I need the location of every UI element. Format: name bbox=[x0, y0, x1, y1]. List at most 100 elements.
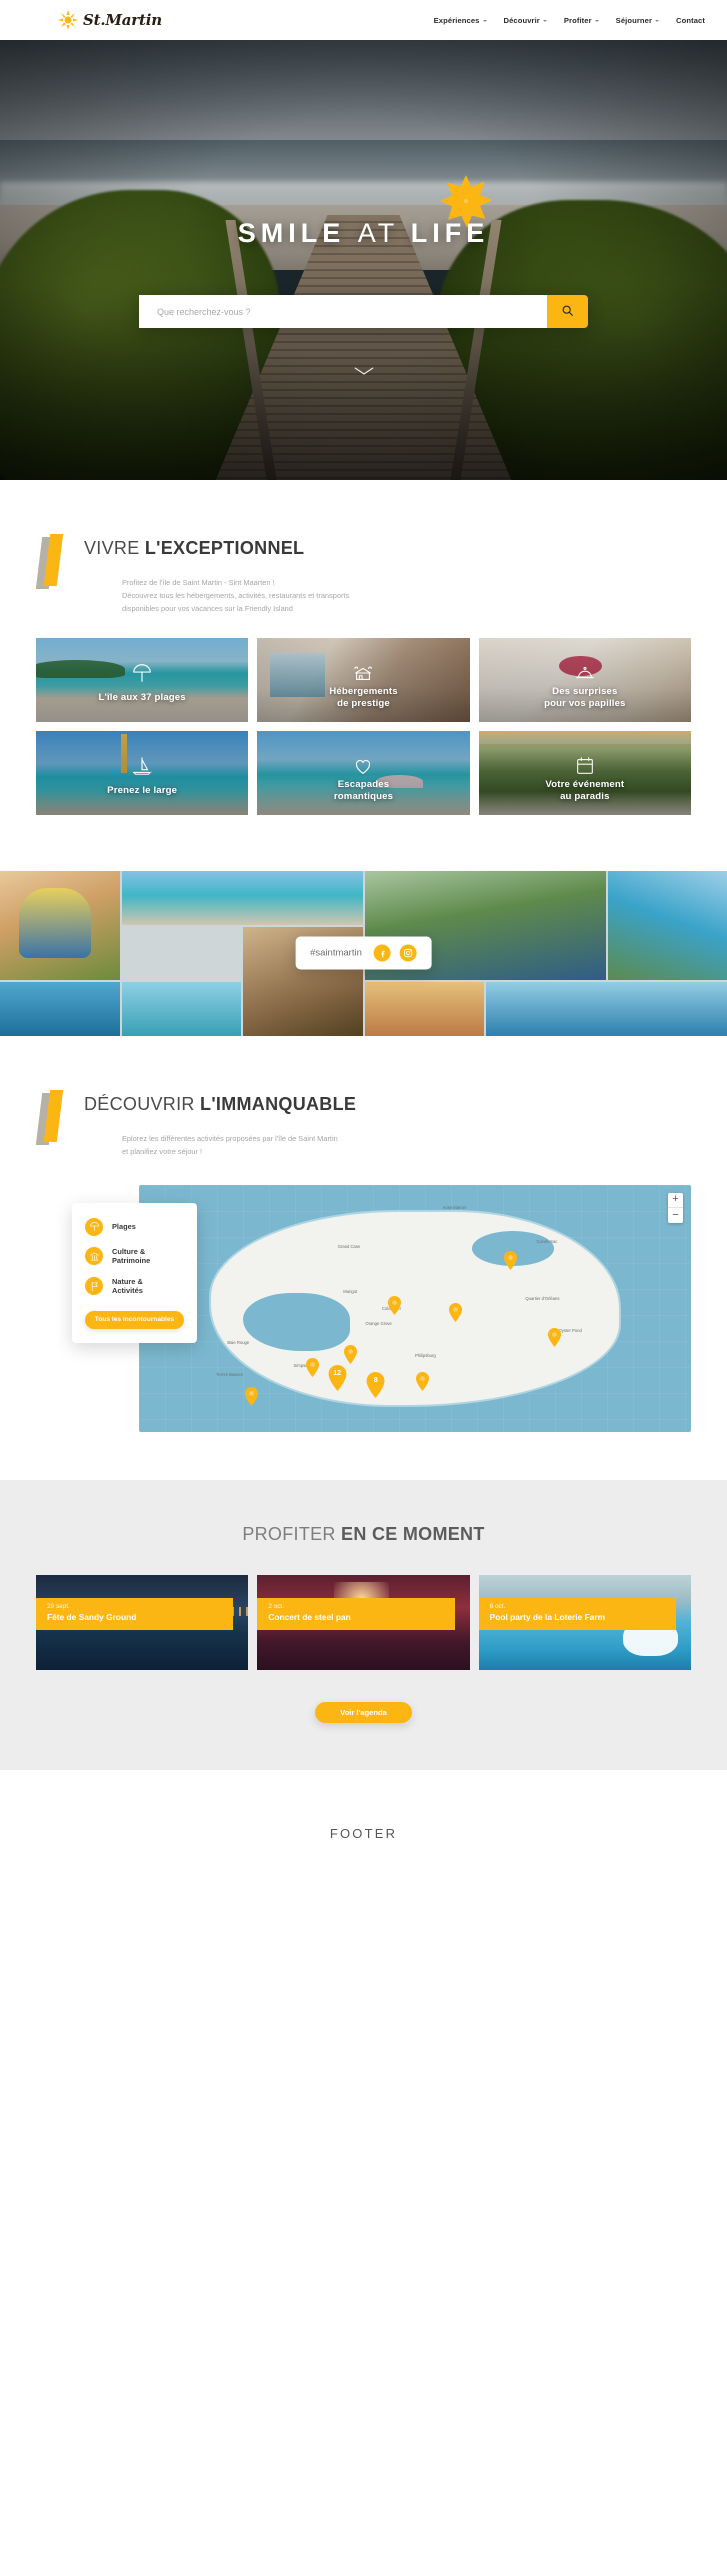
chevron-down-icon bbox=[655, 19, 660, 22]
social-mosaic-section: #saintmartin bbox=[0, 870, 727, 1036]
event-band: 29 sept. Fête de Sandy Ground bbox=[36, 1597, 234, 1631]
view-agenda-button[interactable]: Voir l'agenda bbox=[315, 1701, 412, 1723]
nav-label: Séjourner bbox=[615, 15, 653, 25]
agenda-title: PROFITER EN CE MOMENT bbox=[36, 1524, 691, 1545]
social-photo-tile[interactable] bbox=[486, 982, 727, 1036]
event-date: 6 oct. bbox=[489, 1602, 506, 1610]
search-input[interactable] bbox=[139, 295, 547, 328]
map-pin[interactable] bbox=[244, 1387, 259, 1407]
experience-card-dining[interactable]: Des surprises pour vos papilles bbox=[478, 637, 691, 722]
experience-card-sailing[interactable]: Prenez le large bbox=[36, 730, 249, 815]
calendar-icon bbox=[574, 755, 596, 777]
beach-umbrella-icon bbox=[85, 1217, 103, 1236]
map-zoom-controls: + − bbox=[668, 1192, 683, 1223]
event-name: Pool party de la Loterie Farm bbox=[489, 1611, 606, 1622]
title-light: VIVRE bbox=[84, 538, 140, 558]
event-date: 29 sept. bbox=[47, 1602, 70, 1610]
main-navigation: Expériences Découvrir Profiter Séjourner… bbox=[434, 16, 705, 25]
map-pin[interactable] bbox=[305, 1357, 320, 1377]
brand-logo[interactable]: St.Martin bbox=[58, 10, 162, 30]
map-place-label: Terres Basses bbox=[216, 1372, 243, 1378]
social-photo-tile[interactable] bbox=[364, 982, 484, 1036]
map-canvas[interactable]: Anse Marcel Cul-de-Sac Grand Case Marigo… bbox=[139, 1184, 691, 1432]
legend-label: Nature & Activités bbox=[112, 1276, 143, 1296]
map-pin[interactable] bbox=[343, 1345, 358, 1365]
event-date: 2 oct. bbox=[268, 1602, 284, 1610]
map-pin-cluster[interactable]: 12 bbox=[327, 1365, 348, 1392]
monument-icon bbox=[85, 1247, 103, 1266]
legend-item-culture[interactable]: Culture & Patrimoine bbox=[85, 1247, 184, 1266]
subtitle-line-3: disponibles pour vos vacances sur la Fri… bbox=[122, 603, 293, 613]
experience-card-label: Des surprises pour vos papilles bbox=[544, 686, 626, 709]
experience-card-beaches[interactable]: L'île aux 37 plages bbox=[36, 637, 249, 722]
section-mark-icon bbox=[35, 534, 84, 592]
experience-card-grid: L'île aux 37 plages Hébergements de pres… bbox=[36, 637, 691, 815]
nav-item-profiter[interactable]: Profiter bbox=[564, 16, 599, 25]
title-bold: L'IMMANQUABLE bbox=[200, 1093, 357, 1114]
social-photo-tile[interactable] bbox=[121, 870, 363, 925]
event-card[interactable]: 29 sept. Fête de Sandy Ground bbox=[36, 1574, 249, 1670]
map-pin[interactable] bbox=[448, 1303, 463, 1323]
social-photo-tile[interactable] bbox=[0, 982, 120, 1036]
social-hashtag-pill: #saintmartin bbox=[295, 936, 432, 970]
map-legend-panel: Plages Culture & Patrimoine Nature & Act… bbox=[72, 1202, 197, 1343]
experiences-title: VIVRE L'EXCEPTIONNEL bbox=[84, 538, 349, 559]
all-highlights-button[interactable]: Tous les incontournables bbox=[85, 1310, 184, 1329]
sun-splat-icon bbox=[439, 174, 493, 228]
experience-card-romance[interactable]: Escapades romantiques bbox=[257, 730, 470, 815]
map-pin[interactable] bbox=[387, 1295, 402, 1315]
chevron-down-icon bbox=[594, 19, 599, 22]
legend-item-plages[interactable]: Plages bbox=[85, 1217, 184, 1236]
footer-placeholder-text: FOOTER bbox=[329, 1825, 398, 1841]
map-place-label: Philipsburg bbox=[415, 1352, 436, 1358]
instagram-icon[interactable] bbox=[399, 944, 417, 962]
map-place-label: Cul-de-Sac bbox=[536, 1239, 558, 1245]
nav-item-decouvrir[interactable]: Découvrir bbox=[504, 16, 547, 25]
nav-item-experiences[interactable]: Expériences bbox=[434, 16, 487, 25]
nav-label: Profiter bbox=[563, 15, 592, 25]
hero-title-part1: SMILE bbox=[237, 218, 346, 248]
nav-label: Découvrir bbox=[503, 15, 540, 25]
nav-item-sejourner[interactable]: Séjourner bbox=[615, 15, 660, 25]
facebook-icon[interactable] bbox=[373, 944, 391, 962]
map-zoom-out-button[interactable]: − bbox=[668, 1208, 683, 1223]
social-photo-tile[interactable] bbox=[607, 870, 727, 981]
nav-item-contact[interactable]: Contact bbox=[676, 16, 705, 25]
cluster-count: 12 bbox=[333, 1369, 342, 1377]
legend-label: Culture & Patrimoine bbox=[112, 1246, 151, 1266]
subtitle-line-1: Profitez de l'île de Saint Martin - Sint… bbox=[122, 578, 275, 587]
page-root: St.Martin Expériences Découvrir Profiter… bbox=[0, 0, 727, 1897]
event-card[interactable]: 2 oct. Concert de steel pan bbox=[257, 1574, 470, 1670]
social-photo-tile[interactable] bbox=[0, 870, 120, 981]
experience-card-label: Prenez le large bbox=[107, 784, 178, 796]
subtitle-line-1: Eplorez les différentes activités propos… bbox=[122, 1133, 338, 1143]
social-photo-tile[interactable] bbox=[121, 982, 241, 1036]
interactive-map-block: Anse Marcel Cul-de-Sac Grand Case Marigo… bbox=[36, 1184, 691, 1432]
experiences-subtitle: Profitez de l'île de Saint Martin - Sint… bbox=[122, 577, 349, 616]
map-pin[interactable] bbox=[415, 1372, 430, 1392]
heart-icon bbox=[352, 755, 374, 777]
sailboat-icon bbox=[131, 755, 153, 777]
map-zoom-in-button[interactable]: + bbox=[668, 1193, 683, 1208]
experience-card-accommodation[interactable]: Hébergements de prestige bbox=[257, 637, 470, 722]
discover-subtitle: Eplorez les différentes activités propos… bbox=[122, 1133, 356, 1159]
sun-star-icon bbox=[58, 10, 78, 30]
event-card[interactable]: 6 oct. Pool party de la Loterie Farm bbox=[478, 1574, 691, 1670]
hero-title-part2: AT bbox=[357, 218, 399, 248]
map-pin[interactable] bbox=[547, 1328, 562, 1348]
legend-item-nature[interactable]: Nature & Activités bbox=[85, 1277, 184, 1296]
search-button[interactable] bbox=[547, 295, 588, 328]
experiences-section: VIVRE L'EXCEPTIONNEL Profitez de l'île d… bbox=[0, 480, 727, 815]
event-band: 6 oct. Pool party de la Loterie Farm bbox=[478, 1597, 677, 1631]
map-pin[interactable] bbox=[503, 1251, 518, 1271]
map-place-label: Grand Case bbox=[337, 1244, 361, 1250]
map-pin-cluster[interactable]: 8 bbox=[365, 1372, 386, 1399]
experience-card-label: Hébergements de prestige bbox=[329, 686, 398, 709]
chevron-down-icon[interactable] bbox=[353, 364, 375, 376]
experience-card-label: Votre événement au paradis bbox=[545, 779, 625, 802]
hero-section: SMILE AT LIFE bbox=[0, 40, 727, 480]
map-place-label: Anse Marcel bbox=[442, 1204, 466, 1210]
map-place-label: Marigot bbox=[343, 1288, 358, 1294]
experience-card-events[interactable]: Votre événement au paradis bbox=[478, 730, 691, 815]
flag-icon bbox=[85, 1277, 103, 1296]
